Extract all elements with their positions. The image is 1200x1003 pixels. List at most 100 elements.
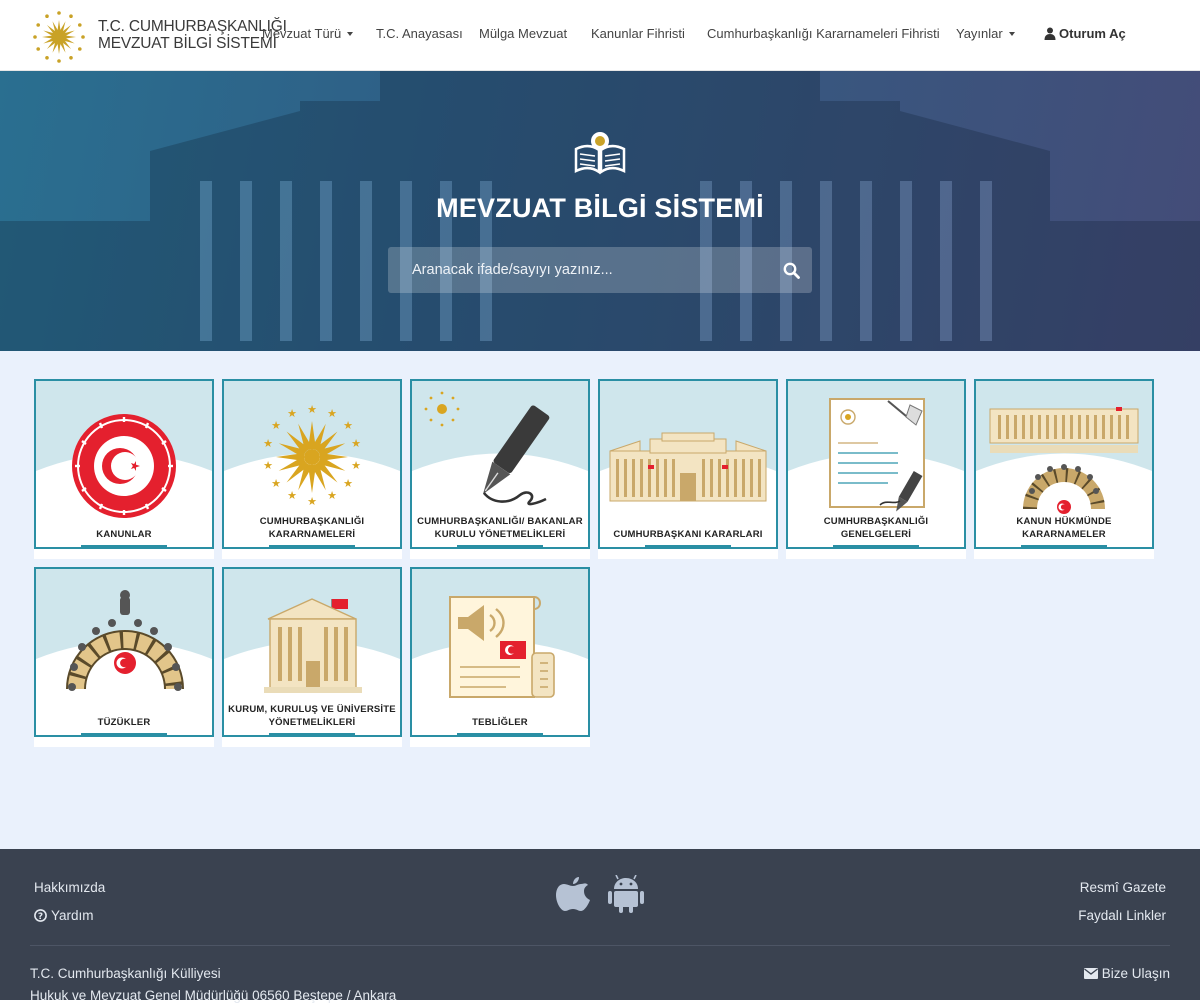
hero-title: MEVZUAT BİLGİ SİSTEMİ [436, 193, 764, 223]
card-underline [81, 733, 167, 735]
user-icon [1044, 27, 1056, 40]
footer-official-gazette-link[interactable]: Resmî Gazete [1080, 880, 1166, 895]
chevron-down-icon [347, 31, 354, 36]
apple-icon[interactable] [556, 875, 590, 913]
footer-address-line2: Hukuk ve Mevzuat Genel Müdürlüğü 06560 B… [30, 988, 397, 1003]
search-icon [783, 262, 800, 279]
brand-logo-link[interactable]: T.C. CUMHURBAŞKANLIĞI MEVZUAT BİLGİ SİST… [32, 8, 287, 64]
card-label: TEBLİĞLER [472, 717, 528, 728]
card-frame: KANUN HÜKMÜNDE KARARNAMELER [974, 379, 1154, 549]
announcement-document-icon [449, 596, 555, 698]
svg-text:★: ★ [263, 459, 273, 472]
card-label: CUMHURBAŞKANLIĞI/ BAKANLAR KURULU YÖNETM… [417, 516, 583, 540]
footer-useful-links-link[interactable]: Faydalı Linkler [1078, 908, 1166, 923]
assembly-hall-icon [66, 590, 184, 691]
nav-item-kararnameler-fihristi[interactable]: Cumhurbaşkanlığı Kararnameleri Fihristi [707, 26, 940, 41]
svg-text:★: ★ [343, 477, 353, 490]
card-label: CUMHURBAŞKANLIĞI KARARNAMELERİ [259, 516, 365, 540]
nav-item-anayasa[interactable]: T.C. Anayasası [376, 26, 463, 41]
top-navbar: T.C. CUMHURBAŞKANLIĞI MEVZUAT BİLGİ SİST… [0, 0, 1200, 71]
card-underline [1021, 545, 1107, 547]
nav-item-yayinlar[interactable]: Yayınlar [956, 26, 1015, 41]
card-kanunlar[interactable]: KANUNLAR [34, 379, 214, 559]
brand-title-line2: MEVZUAT BİLGİ SİSTEMİ [98, 35, 277, 52]
svg-text:★: ★ [351, 437, 361, 450]
login-link[interactable]: Oturum Aç [1044, 26, 1126, 41]
brand-title: T.C. CUMHURBAŞKANLIĞI MEVZUAT BİLGİ SİST… [98, 18, 287, 52]
nav-item-label: Kanunlar Fihristi [591, 26, 685, 41]
hero-banner: MEVZUAT BİLGİ SİSTEMİ [0, 71, 1200, 351]
open-book-emblem-icon [574, 132, 626, 175]
svg-text:★: ★ [307, 403, 317, 416]
card-frame: CUMHURBAŞKANI KARARLARI [598, 379, 778, 549]
card-underline [833, 545, 919, 547]
svg-text:★: ★ [287, 407, 297, 420]
nav-item-label: Yayınlar [956, 26, 1003, 41]
svg-text:★: ★ [351, 459, 361, 472]
card-frame: KANUNLAR [34, 379, 214, 549]
svg-text:★: ★ [343, 419, 353, 432]
svg-text:?: ? [38, 912, 43, 922]
footer-address-line1: T.C. Cumhurbaşkanlığı Külliyesi [30, 966, 221, 981]
card-frame: CUMHURBAŞKANLIĞI GENELGELERİ [786, 379, 966, 549]
card-label: CUMHURBAŞKANI KARARLARI [613, 529, 763, 540]
footer-help-link[interactable]: ? Yardım [34, 908, 94, 923]
login-label: Oturum Aç [1059, 26, 1126, 41]
card-underline [269, 545, 355, 547]
card-frame: ★ ★ ★ ★ ★ ★ ★ ★ ★ ★ ★ ★ ★ ★ CUMHURBAŞKANLIĞI KARA… [222, 379, 402, 549]
search-bar [388, 247, 812, 293]
card-frame: KURUM, KURULUŞ VE ÜNİVERSİTE YÖNETMELİKL… [222, 567, 402, 737]
footer-contact-label: Bize Ulaşın [1101, 966, 1170, 981]
card-cumhurbaskani-kararlari[interactable]: CUMHURBAŞKANI KARARLARI [598, 379, 778, 559]
card-underline [457, 545, 543, 547]
card-tuzukler[interactable]: TÜZÜKLER [34, 567, 214, 747]
brand-title-line1: T.C. CUMHURBAŞKANLIĞI [98, 18, 287, 35]
card-frame: TÜZÜKLER [34, 567, 214, 737]
svg-text:★: ★ [263, 437, 273, 450]
card-cumhurbaskanligi-kararnameleri[interactable]: ★ ★ ★ ★ ★ ★ ★ ★ ★ ★ ★ ★ ★ ★ CUMHURBAŞKANLIĞI KARA… [222, 379, 402, 559]
presidential-emblem-icon [33, 11, 85, 63]
nav-item-label: Cumhurbaşkanlığı Kararnameleri Fihristi [707, 26, 940, 41]
svg-text:★: ★ [327, 407, 337, 420]
footer-contact-link[interactable]: Bize Ulaşın [1083, 966, 1170, 981]
card-underline [645, 545, 731, 547]
search-input[interactable] [388, 247, 768, 293]
site-footer: Hakkımızda ? Yardım Resmî Gazete Faydalı… [0, 849, 1200, 1003]
svg-text:★: ★ [271, 477, 281, 490]
card-label: TÜZÜKLER [97, 717, 151, 728]
svg-text:★: ★ [287, 489, 297, 502]
footer-about-link[interactable]: Hakkımızda [34, 880, 105, 895]
card-kanun-hukmunde-kararnameler[interactable]: KANUN HÜKMÜNDE KARARNAMELER [974, 379, 1154, 559]
nav-item-kanunlar-fihristi[interactable]: Kanunlar Fihristi [591, 26, 685, 41]
svg-text:★: ★ [327, 489, 337, 502]
card-underline [457, 733, 543, 735]
card-cumhurbaskanligi-genelgeleri[interactable]: CUMHURBAŞKANLIĞI GENELGELERİ [786, 379, 966, 559]
card-cb-bakanlar-kurulu-yonetmelikleri[interactable]: CUMHURBAŞKANLIĞI/ BAKANLAR KURULU YÖNETM… [410, 379, 590, 559]
card-frame: TEBLİĞLER [410, 567, 590, 737]
svg-text:★: ★ [307, 495, 317, 508]
svg-text:★: ★ [271, 419, 281, 432]
nav-item-label: Mülga Mevzuat [479, 26, 568, 41]
nav-item-mulga-mevzuat[interactable]: Mülga Mevzuat [479, 26, 567, 41]
card-underline [81, 545, 167, 547]
chevron-down-icon [1008, 31, 1015, 36]
card-kurum-kurulus-universite-yonetmelikleri[interactable]: KURUM, KURULUŞ VE ÜNİVERSİTE YÖNETMELİKL… [222, 567, 402, 747]
search-button[interactable] [770, 247, 812, 293]
envelope-icon [1083, 968, 1098, 979]
nav-item-label: Mevzuat Türü [262, 26, 342, 41]
card-label: CUMHURBAŞKANLIĞI GENELGELERİ [823, 516, 929, 540]
footer-help-label: Yardım [51, 908, 94, 923]
tbmm-seal-icon [72, 414, 176, 518]
presidential-complex-icon [609, 432, 767, 502]
nav-item-label: T.C. Anayasası [376, 26, 463, 41]
card-tebligler[interactable]: TEBLİĞLER [410, 567, 590, 747]
card-label: KANUNLAR [96, 529, 152, 540]
nav-item-mevzuat-turu[interactable]: Mevzuat Türü [262, 26, 354, 41]
card-underline [269, 733, 355, 735]
footer-divider [30, 945, 1170, 946]
card-label: KANUN HÜKMÜNDE KARARNAMELER [1016, 516, 1112, 540]
card-label: KURUM, KURULUŞ VE ÜNİVERSİTE YÖNETMELİKL… [228, 704, 396, 728]
question-circle-icon: ? [34, 909, 47, 922]
android-icon[interactable] [608, 875, 644, 913]
card-frame: CUMHURBAŞKANLIĞI/ BAKANLAR KURULU YÖNETM… [410, 379, 590, 549]
